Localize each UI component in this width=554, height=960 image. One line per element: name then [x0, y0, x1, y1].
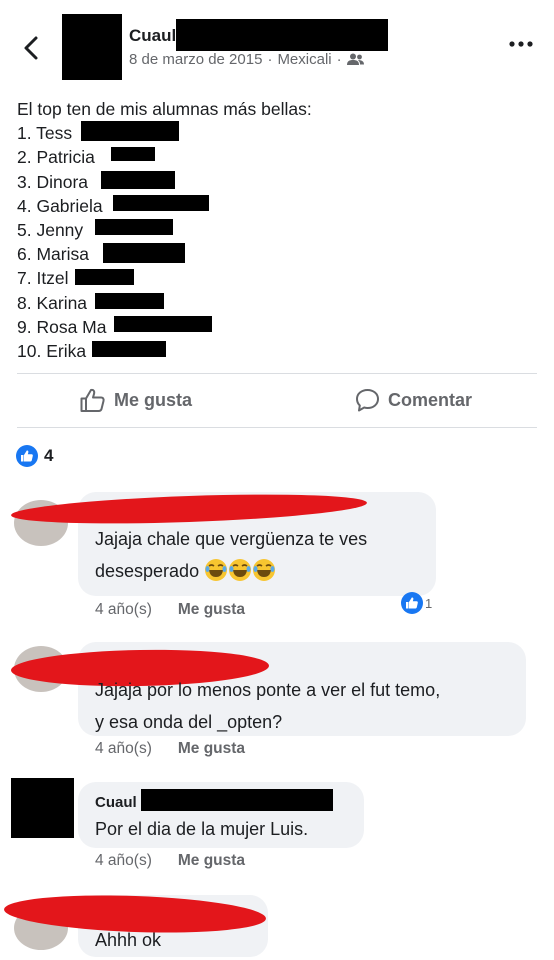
comment-line: desesperado 😂😂😂 [95, 555, 367, 587]
friends-icon [346, 53, 364, 65]
comment-label: Comentar [388, 390, 473, 410]
separator-dot: · [336, 51, 342, 68]
redaction-bar [95, 219, 173, 235]
comment-line: Jajaja por lo menos ponte a ver el fut t… [95, 680, 441, 700]
comment-line: y esa onda del _opten? [95, 712, 283, 732]
comment-line: Ahhh ok [95, 930, 162, 950]
redaction-bar [75, 269, 134, 285]
comment-text: Jajaja por lo menos ponte a ver el fut t… [95, 674, 440, 738]
comment-time[interactable]: 4 año(s) [95, 740, 152, 758]
comment-text: Jajaja chale que vergüenza te ves desesp… [95, 523, 367, 587]
comment-text: Por el dia de la mujer Luis. [95, 813, 308, 845]
laughing-emoji-icon [253, 559, 276, 581]
laughing-emoji-icon [229, 559, 252, 581]
comment-reaction[interactable]: 1 [401, 592, 432, 614]
post-intro: El top ten de mis alumnas más bellas: [17, 99, 312, 119]
comment-line: Por el dia de la mujer Luis. [95, 819, 309, 839]
comment-text: Ahhh ok [95, 924, 161, 956]
comment-line-text: desesperado [95, 561, 200, 581]
list-item: 7. Itzel [17, 268, 69, 289]
comment-like-button[interactable]: Me gusta [178, 740, 245, 758]
reaction-count: 4 [44, 446, 54, 465]
redaction-bar [114, 316, 212, 332]
comment-meta: 4 año(s) Me gusta [95, 601, 245, 619]
redaction-bar [92, 341, 166, 357]
list-item: 8. Karina [17, 292, 88, 313]
divider [17, 373, 537, 374]
redaction-bar [81, 121, 179, 141]
comment-button[interactable]: Comentar [355, 387, 472, 414]
author-name[interactable]: Cuaul [129, 26, 176, 46]
post-location[interactable]: Mexicali [277, 51, 331, 68]
more-options-icon[interactable] [508, 38, 534, 50]
divider [17, 427, 537, 428]
post-date[interactable]: 8 de marzo de 2015 [129, 51, 262, 68]
comment-icon [356, 389, 379, 412]
like-reaction-icon [401, 592, 423, 614]
redaction-bar [176, 19, 388, 51]
redaction-bar [95, 293, 164, 309]
redaction-bar [101, 171, 175, 189]
redaction-bar [103, 243, 185, 263]
like-reaction-icon [16, 445, 38, 467]
redaction-bar [111, 147, 155, 161]
like-label: Me gusta [114, 390, 193, 410]
author-avatar[interactable] [62, 14, 122, 80]
laughing-emoji-icon [205, 559, 228, 581]
list-item: 2. Patricia [17, 147, 95, 168]
reaction-summary[interactable]: 4 [16, 445, 53, 467]
comment-line: Jajaja chale que vergüenza te ves [95, 529, 368, 549]
meta-separator: · [267, 51, 273, 68]
post-meta: 8 de marzo de 2015 · Mexicali · [129, 51, 364, 68]
comment-meta: 4 año(s) Me gusta [95, 740, 245, 758]
comment-meta: 4 año(s) Me gusta [95, 852, 245, 870]
redaction-bar [141, 789, 333, 811]
redaction-bar [113, 195, 209, 211]
like-button[interactable]: Me gusta [79, 387, 192, 414]
reaction-count: 1 [425, 595, 433, 611]
comment-author[interactable]: Cuaul [95, 794, 137, 811]
back-chevron-icon[interactable] [18, 34, 46, 62]
comment-like-button[interactable]: Me gusta [178, 852, 245, 870]
comment-time[interactable]: 4 año(s) [95, 601, 152, 619]
commenter-avatar[interactable] [11, 778, 74, 838]
comment-like-button[interactable]: Me gusta [178, 601, 245, 619]
thumbs-up-icon [80, 388, 105, 412]
comment-time[interactable]: 4 año(s) [95, 852, 152, 870]
